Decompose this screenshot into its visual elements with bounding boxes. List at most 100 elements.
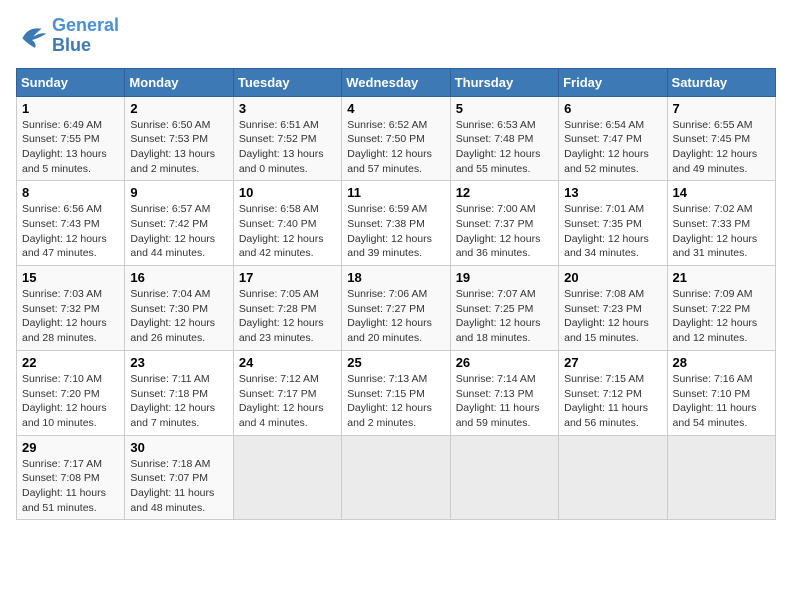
calendar-cell bbox=[342, 435, 450, 520]
calendar-cell: 21 Sunrise: 7:09 AM Sunset: 7:22 PM Dayl… bbox=[667, 266, 775, 351]
column-header-thursday: Thursday bbox=[450, 68, 558, 96]
calendar-cell: 5 Sunrise: 6:53 AM Sunset: 7:48 PM Dayli… bbox=[450, 96, 558, 181]
calendar-cell bbox=[450, 435, 558, 520]
day-info: Sunrise: 7:07 AM Sunset: 7:25 PM Dayligh… bbox=[456, 287, 553, 346]
calendar-week-row: 22 Sunrise: 7:10 AM Sunset: 7:20 PM Dayl… bbox=[17, 350, 776, 435]
calendar-cell: 24 Sunrise: 7:12 AM Sunset: 7:17 PM Dayl… bbox=[233, 350, 341, 435]
day-number: 22 bbox=[22, 355, 119, 370]
day-info: Sunrise: 6:55 AM Sunset: 7:45 PM Dayligh… bbox=[673, 118, 770, 177]
calendar-cell: 20 Sunrise: 7:08 AM Sunset: 7:23 PM Dayl… bbox=[559, 266, 667, 351]
day-number: 11 bbox=[347, 185, 444, 200]
day-number: 15 bbox=[22, 270, 119, 285]
day-number: 14 bbox=[673, 185, 770, 200]
day-info: Sunrise: 6:52 AM Sunset: 7:50 PM Dayligh… bbox=[347, 118, 444, 177]
calendar-cell: 11 Sunrise: 6:59 AM Sunset: 7:38 PM Dayl… bbox=[342, 181, 450, 266]
day-number: 23 bbox=[130, 355, 227, 370]
calendar-cell: 25 Sunrise: 7:13 AM Sunset: 7:15 PM Dayl… bbox=[342, 350, 450, 435]
day-info: Sunrise: 7:11 AM Sunset: 7:18 PM Dayligh… bbox=[130, 372, 227, 431]
calendar-cell: 30 Sunrise: 7:18 AM Sunset: 7:07 PM Dayl… bbox=[125, 435, 233, 520]
calendar-cell bbox=[667, 435, 775, 520]
day-number: 25 bbox=[347, 355, 444, 370]
column-header-tuesday: Tuesday bbox=[233, 68, 341, 96]
calendar-cell: 14 Sunrise: 7:02 AM Sunset: 7:33 PM Dayl… bbox=[667, 181, 775, 266]
day-number: 13 bbox=[564, 185, 661, 200]
calendar-week-row: 1 Sunrise: 6:49 AM Sunset: 7:55 PM Dayli… bbox=[17, 96, 776, 181]
column-header-wednesday: Wednesday bbox=[342, 68, 450, 96]
calendar-cell: 9 Sunrise: 6:57 AM Sunset: 7:42 PM Dayli… bbox=[125, 181, 233, 266]
day-info: Sunrise: 7:18 AM Sunset: 7:07 PM Dayligh… bbox=[130, 457, 227, 516]
calendar-cell: 27 Sunrise: 7:15 AM Sunset: 7:12 PM Dayl… bbox=[559, 350, 667, 435]
calendar-cell: 17 Sunrise: 7:05 AM Sunset: 7:28 PM Dayl… bbox=[233, 266, 341, 351]
day-info: Sunrise: 6:56 AM Sunset: 7:43 PM Dayligh… bbox=[22, 202, 119, 261]
calendar-cell: 28 Sunrise: 7:16 AM Sunset: 7:10 PM Dayl… bbox=[667, 350, 775, 435]
day-number: 6 bbox=[564, 101, 661, 116]
day-number: 2 bbox=[130, 101, 227, 116]
day-info: Sunrise: 7:08 AM Sunset: 7:23 PM Dayligh… bbox=[564, 287, 661, 346]
day-number: 19 bbox=[456, 270, 553, 285]
day-number: 21 bbox=[673, 270, 770, 285]
day-info: Sunrise: 6:50 AM Sunset: 7:53 PM Dayligh… bbox=[130, 118, 227, 177]
calendar-table: SundayMondayTuesdayWednesdayThursdayFrid… bbox=[16, 68, 776, 521]
day-number: 29 bbox=[22, 440, 119, 455]
day-info: Sunrise: 7:02 AM Sunset: 7:33 PM Dayligh… bbox=[673, 202, 770, 261]
day-number: 20 bbox=[564, 270, 661, 285]
column-header-sunday: Sunday bbox=[17, 68, 125, 96]
day-info: Sunrise: 7:05 AM Sunset: 7:28 PM Dayligh… bbox=[239, 287, 336, 346]
day-info: Sunrise: 7:16 AM Sunset: 7:10 PM Dayligh… bbox=[673, 372, 770, 431]
page-header: General Blue bbox=[16, 16, 776, 56]
day-info: Sunrise: 7:04 AM Sunset: 7:30 PM Dayligh… bbox=[130, 287, 227, 346]
calendar-week-row: 29 Sunrise: 7:17 AM Sunset: 7:08 PM Dayl… bbox=[17, 435, 776, 520]
day-info: Sunrise: 7:13 AM Sunset: 7:15 PM Dayligh… bbox=[347, 372, 444, 431]
logo-text: General Blue bbox=[52, 16, 119, 56]
day-number: 9 bbox=[130, 185, 227, 200]
day-info: Sunrise: 7:17 AM Sunset: 7:08 PM Dayligh… bbox=[22, 457, 119, 516]
calendar-cell: 10 Sunrise: 6:58 AM Sunset: 7:40 PM Dayl… bbox=[233, 181, 341, 266]
calendar-cell: 22 Sunrise: 7:10 AM Sunset: 7:20 PM Dayl… bbox=[17, 350, 125, 435]
day-number: 12 bbox=[456, 185, 553, 200]
day-info: Sunrise: 6:53 AM Sunset: 7:48 PM Dayligh… bbox=[456, 118, 553, 177]
day-info: Sunrise: 6:51 AM Sunset: 7:52 PM Dayligh… bbox=[239, 118, 336, 177]
day-number: 30 bbox=[130, 440, 227, 455]
day-info: Sunrise: 7:06 AM Sunset: 7:27 PM Dayligh… bbox=[347, 287, 444, 346]
calendar-cell: 26 Sunrise: 7:14 AM Sunset: 7:13 PM Dayl… bbox=[450, 350, 558, 435]
calendar-cell: 19 Sunrise: 7:07 AM Sunset: 7:25 PM Dayl… bbox=[450, 266, 558, 351]
calendar-week-row: 15 Sunrise: 7:03 AM Sunset: 7:32 PM Dayl… bbox=[17, 266, 776, 351]
day-number: 18 bbox=[347, 270, 444, 285]
calendar-cell bbox=[233, 435, 341, 520]
day-info: Sunrise: 7:12 AM Sunset: 7:17 PM Dayligh… bbox=[239, 372, 336, 431]
logo: General Blue bbox=[16, 16, 119, 56]
calendar-cell: 3 Sunrise: 6:51 AM Sunset: 7:52 PM Dayli… bbox=[233, 96, 341, 181]
calendar-cell: 7 Sunrise: 6:55 AM Sunset: 7:45 PM Dayli… bbox=[667, 96, 775, 181]
logo-bird-icon bbox=[16, 22, 48, 50]
day-info: Sunrise: 7:10 AM Sunset: 7:20 PM Dayligh… bbox=[22, 372, 119, 431]
day-info: Sunrise: 6:58 AM Sunset: 7:40 PM Dayligh… bbox=[239, 202, 336, 261]
calendar-cell: 2 Sunrise: 6:50 AM Sunset: 7:53 PM Dayli… bbox=[125, 96, 233, 181]
calendar-week-row: 8 Sunrise: 6:56 AM Sunset: 7:43 PM Dayli… bbox=[17, 181, 776, 266]
column-header-friday: Friday bbox=[559, 68, 667, 96]
day-info: Sunrise: 7:15 AM Sunset: 7:12 PM Dayligh… bbox=[564, 372, 661, 431]
day-number: 7 bbox=[673, 101, 770, 116]
day-number: 24 bbox=[239, 355, 336, 370]
calendar-cell: 6 Sunrise: 6:54 AM Sunset: 7:47 PM Dayli… bbox=[559, 96, 667, 181]
calendar-cell: 4 Sunrise: 6:52 AM Sunset: 7:50 PM Dayli… bbox=[342, 96, 450, 181]
day-info: Sunrise: 7:03 AM Sunset: 7:32 PM Dayligh… bbox=[22, 287, 119, 346]
day-number: 17 bbox=[239, 270, 336, 285]
day-number: 26 bbox=[456, 355, 553, 370]
calendar-cell: 23 Sunrise: 7:11 AM Sunset: 7:18 PM Dayl… bbox=[125, 350, 233, 435]
calendar-cell: 13 Sunrise: 7:01 AM Sunset: 7:35 PM Dayl… bbox=[559, 181, 667, 266]
calendar-cell: 15 Sunrise: 7:03 AM Sunset: 7:32 PM Dayl… bbox=[17, 266, 125, 351]
day-info: Sunrise: 6:57 AM Sunset: 7:42 PM Dayligh… bbox=[130, 202, 227, 261]
day-info: Sunrise: 7:09 AM Sunset: 7:22 PM Dayligh… bbox=[673, 287, 770, 346]
calendar-cell: 16 Sunrise: 7:04 AM Sunset: 7:30 PM Dayl… bbox=[125, 266, 233, 351]
column-header-monday: Monday bbox=[125, 68, 233, 96]
day-number: 28 bbox=[673, 355, 770, 370]
column-header-saturday: Saturday bbox=[667, 68, 775, 96]
calendar-cell: 29 Sunrise: 7:17 AM Sunset: 7:08 PM Dayl… bbox=[17, 435, 125, 520]
day-number: 3 bbox=[239, 101, 336, 116]
day-number: 4 bbox=[347, 101, 444, 116]
day-info: Sunrise: 6:54 AM Sunset: 7:47 PM Dayligh… bbox=[564, 118, 661, 177]
calendar-cell: 12 Sunrise: 7:00 AM Sunset: 7:37 PM Dayl… bbox=[450, 181, 558, 266]
calendar-cell: 1 Sunrise: 6:49 AM Sunset: 7:55 PM Dayli… bbox=[17, 96, 125, 181]
day-number: 27 bbox=[564, 355, 661, 370]
day-info: Sunrise: 6:59 AM Sunset: 7:38 PM Dayligh… bbox=[347, 202, 444, 261]
